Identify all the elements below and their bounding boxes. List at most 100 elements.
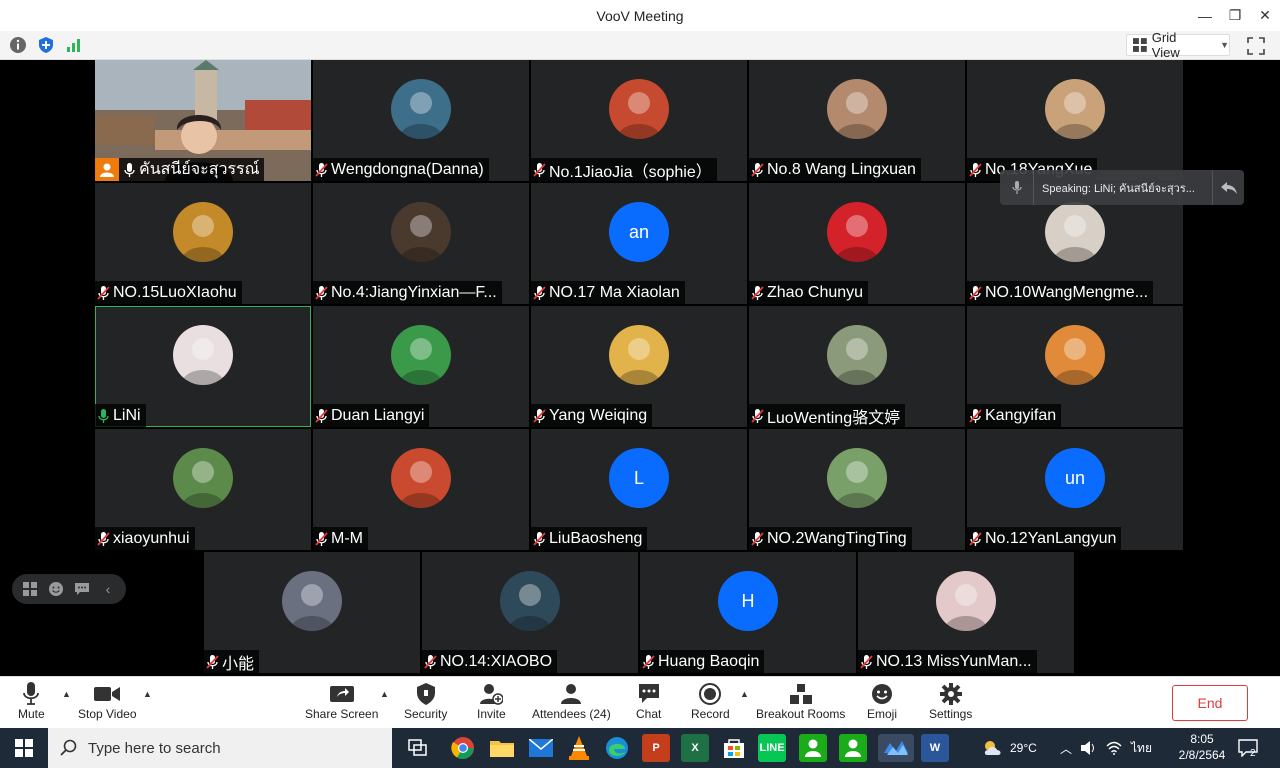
participant-tile[interactable]: Kangyifan	[967, 306, 1183, 427]
participant-tile[interactable]: NO.15LuoXIaohu	[95, 183, 311, 304]
participant-tile[interactable]: No.1JiaoJia（sophie）	[531, 60, 747, 181]
stop-video-button[interactable]: Stop Video	[78, 681, 137, 721]
emoji-icon[interactable]	[47, 580, 65, 598]
wifi-icon[interactable]	[1106, 741, 1122, 755]
system-clock[interactable]: 8:05 2/8/2564	[1172, 731, 1232, 763]
participant-tile[interactable]: No.8 Wang Lingxuan	[749, 60, 965, 181]
share-screen-button[interactable]: Share Screen	[305, 681, 378, 721]
participant-tile[interactable]: L LiuBaosheng	[531, 429, 747, 550]
security-button[interactable]: Security	[404, 681, 447, 721]
mic-muted-icon	[315, 408, 328, 423]
security-label: Security	[404, 707, 448, 721]
participant-tile[interactable]: 小能	[204, 552, 420, 673]
participant-name: LiuBaosheng	[549, 529, 643, 547]
participant-avatar	[282, 571, 342, 631]
participant-tile[interactable]: Duan Liangyi	[313, 306, 529, 427]
chat-bubble-icon[interactable]	[73, 580, 91, 598]
volume-icon[interactable]	[1081, 741, 1097, 755]
mail-icon[interactable]	[527, 734, 555, 762]
info-icon[interactable]	[8, 35, 28, 55]
mute-options-caret[interactable]: ▲	[62, 689, 71, 699]
emoji-button[interactable]: Emoji	[867, 681, 897, 721]
participant-avatar	[827, 79, 887, 139]
invite-button[interactable]: Invite	[477, 681, 506, 721]
end-meeting-button[interactable]: End	[1172, 685, 1248, 721]
grid-view-dropdown[interactable]: Grid View ▼	[1126, 30, 1230, 60]
record-label: Record	[691, 707, 730, 721]
participant-tile[interactable]: Wengdongna(Danna)	[313, 60, 529, 181]
record-options-caret[interactable]: ▲	[740, 689, 749, 699]
participant-tile[interactable]: No.4:JiangYinxian—F...	[313, 183, 529, 304]
edge-icon[interactable]	[603, 734, 631, 762]
task-view-icon[interactable]	[404, 734, 432, 762]
attendees-label: Attendees (24)	[532, 707, 611, 721]
participant-tile[interactable]: xiaoyunhui	[95, 429, 311, 550]
participant-avatar	[936, 571, 996, 631]
taskbar-search[interactable]: Type here to search	[48, 728, 392, 768]
participant-avatar: L	[609, 448, 669, 508]
breakout-rooms-button[interactable]: Breakout Rooms	[756, 681, 845, 721]
record-button[interactable]: Record	[691, 681, 730, 721]
participant-name-tag: Yang Weiqing	[531, 404, 653, 427]
settings-button[interactable]: Settings	[929, 681, 972, 721]
participant-name: Duan Liangyi	[331, 406, 425, 424]
windows-start-icon[interactable]	[0, 728, 48, 768]
restore-button[interactable]: ❐	[1220, 0, 1250, 31]
signal-icon[interactable]	[64, 35, 84, 55]
participant-name: NO.14:XIAOBO	[440, 652, 553, 670]
collapse-icon[interactable]: ‹	[99, 580, 117, 598]
participant-tile[interactable]: un No.12YanLangyun	[967, 429, 1183, 550]
fullscreen-icon[interactable]	[1246, 36, 1266, 56]
minimize-button[interactable]: —	[1190, 0, 1220, 31]
invite-label: Invite	[477, 707, 506, 721]
wechat-icon-1[interactable]	[799, 734, 827, 762]
participant-avatar	[1045, 202, 1105, 262]
layout-icon[interactable]	[21, 580, 39, 598]
add-person-icon	[479, 681, 504, 707]
participant-avatar: an	[609, 202, 669, 262]
participant-avatar	[609, 325, 669, 385]
store-icon[interactable]	[720, 734, 748, 762]
participant-tile[interactable]: No.18YangXue	[967, 60, 1183, 181]
breakout-rooms-icon	[789, 681, 812, 707]
chat-button[interactable]: Chat	[636, 681, 661, 721]
participant-tile[interactable]: M-M	[313, 429, 529, 550]
participant-tile[interactable]: NO.13 MissYunMan...	[858, 552, 1074, 673]
word-icon[interactable]: W	[921, 734, 949, 762]
participant-tile[interactable]: LiNi	[95, 306, 311, 427]
vlc-icon[interactable]	[565, 734, 593, 762]
mic-muted-icon	[533, 531, 546, 546]
video-options-caret[interactable]: ▲	[143, 689, 152, 699]
mic-muted-icon	[424, 654, 437, 669]
participant-tile[interactable]: LuoWenting骆文婷	[749, 306, 965, 427]
participant-tile[interactable]: an NO.17 Ma Xiaolan	[531, 183, 747, 304]
mute-button[interactable]: Mute	[18, 681, 45, 721]
file-explorer-icon[interactable]	[488, 734, 516, 762]
voov-meeting-taskbar-icon[interactable]	[878, 734, 914, 762]
chrome-icon[interactable]	[449, 734, 477, 762]
share-options-caret[interactable]: ▲	[380, 689, 389, 699]
wechat-icon-2[interactable]	[839, 734, 867, 762]
language-indicator[interactable]: ไทย	[1131, 739, 1152, 758]
line-app-icon[interactable]: LINE	[758, 734, 786, 762]
excel-icon[interactable]: X	[681, 734, 709, 762]
participant-name-tag: xiaoyunhui	[95, 527, 195, 550]
reply-icon[interactable]	[1212, 170, 1244, 205]
participant-tile[interactable]: Yang Weiqing	[531, 306, 747, 427]
attendees-button[interactable]: Attendees (24)	[532, 681, 611, 721]
shield-icon[interactable]	[36, 35, 56, 55]
participant-tile[interactable]: NO.2WangTingTing	[749, 429, 965, 550]
notification-center-icon[interactable]: 2	[1238, 728, 1258, 768]
participant-tile[interactable]: NO.14:XIAOBO	[422, 552, 638, 673]
camera-icon	[94, 681, 121, 707]
share-screen-icon	[329, 681, 354, 707]
participant-avatar	[173, 448, 233, 508]
close-button[interactable]: ✕	[1250, 0, 1280, 31]
participant-avatar	[609, 79, 669, 139]
participant-tile[interactable]: คันสนีย์จะสุวรรณ์	[95, 60, 311, 181]
chevron-up-icon[interactable]: ︿	[1060, 740, 1072, 757]
participant-tile[interactable]: Zhao Chunyu	[749, 183, 965, 304]
participant-tile[interactable]: H Huang Baoqin	[640, 552, 856, 673]
powerpoint-icon[interactable]: P	[642, 734, 670, 762]
participant-avatar	[1045, 79, 1105, 139]
